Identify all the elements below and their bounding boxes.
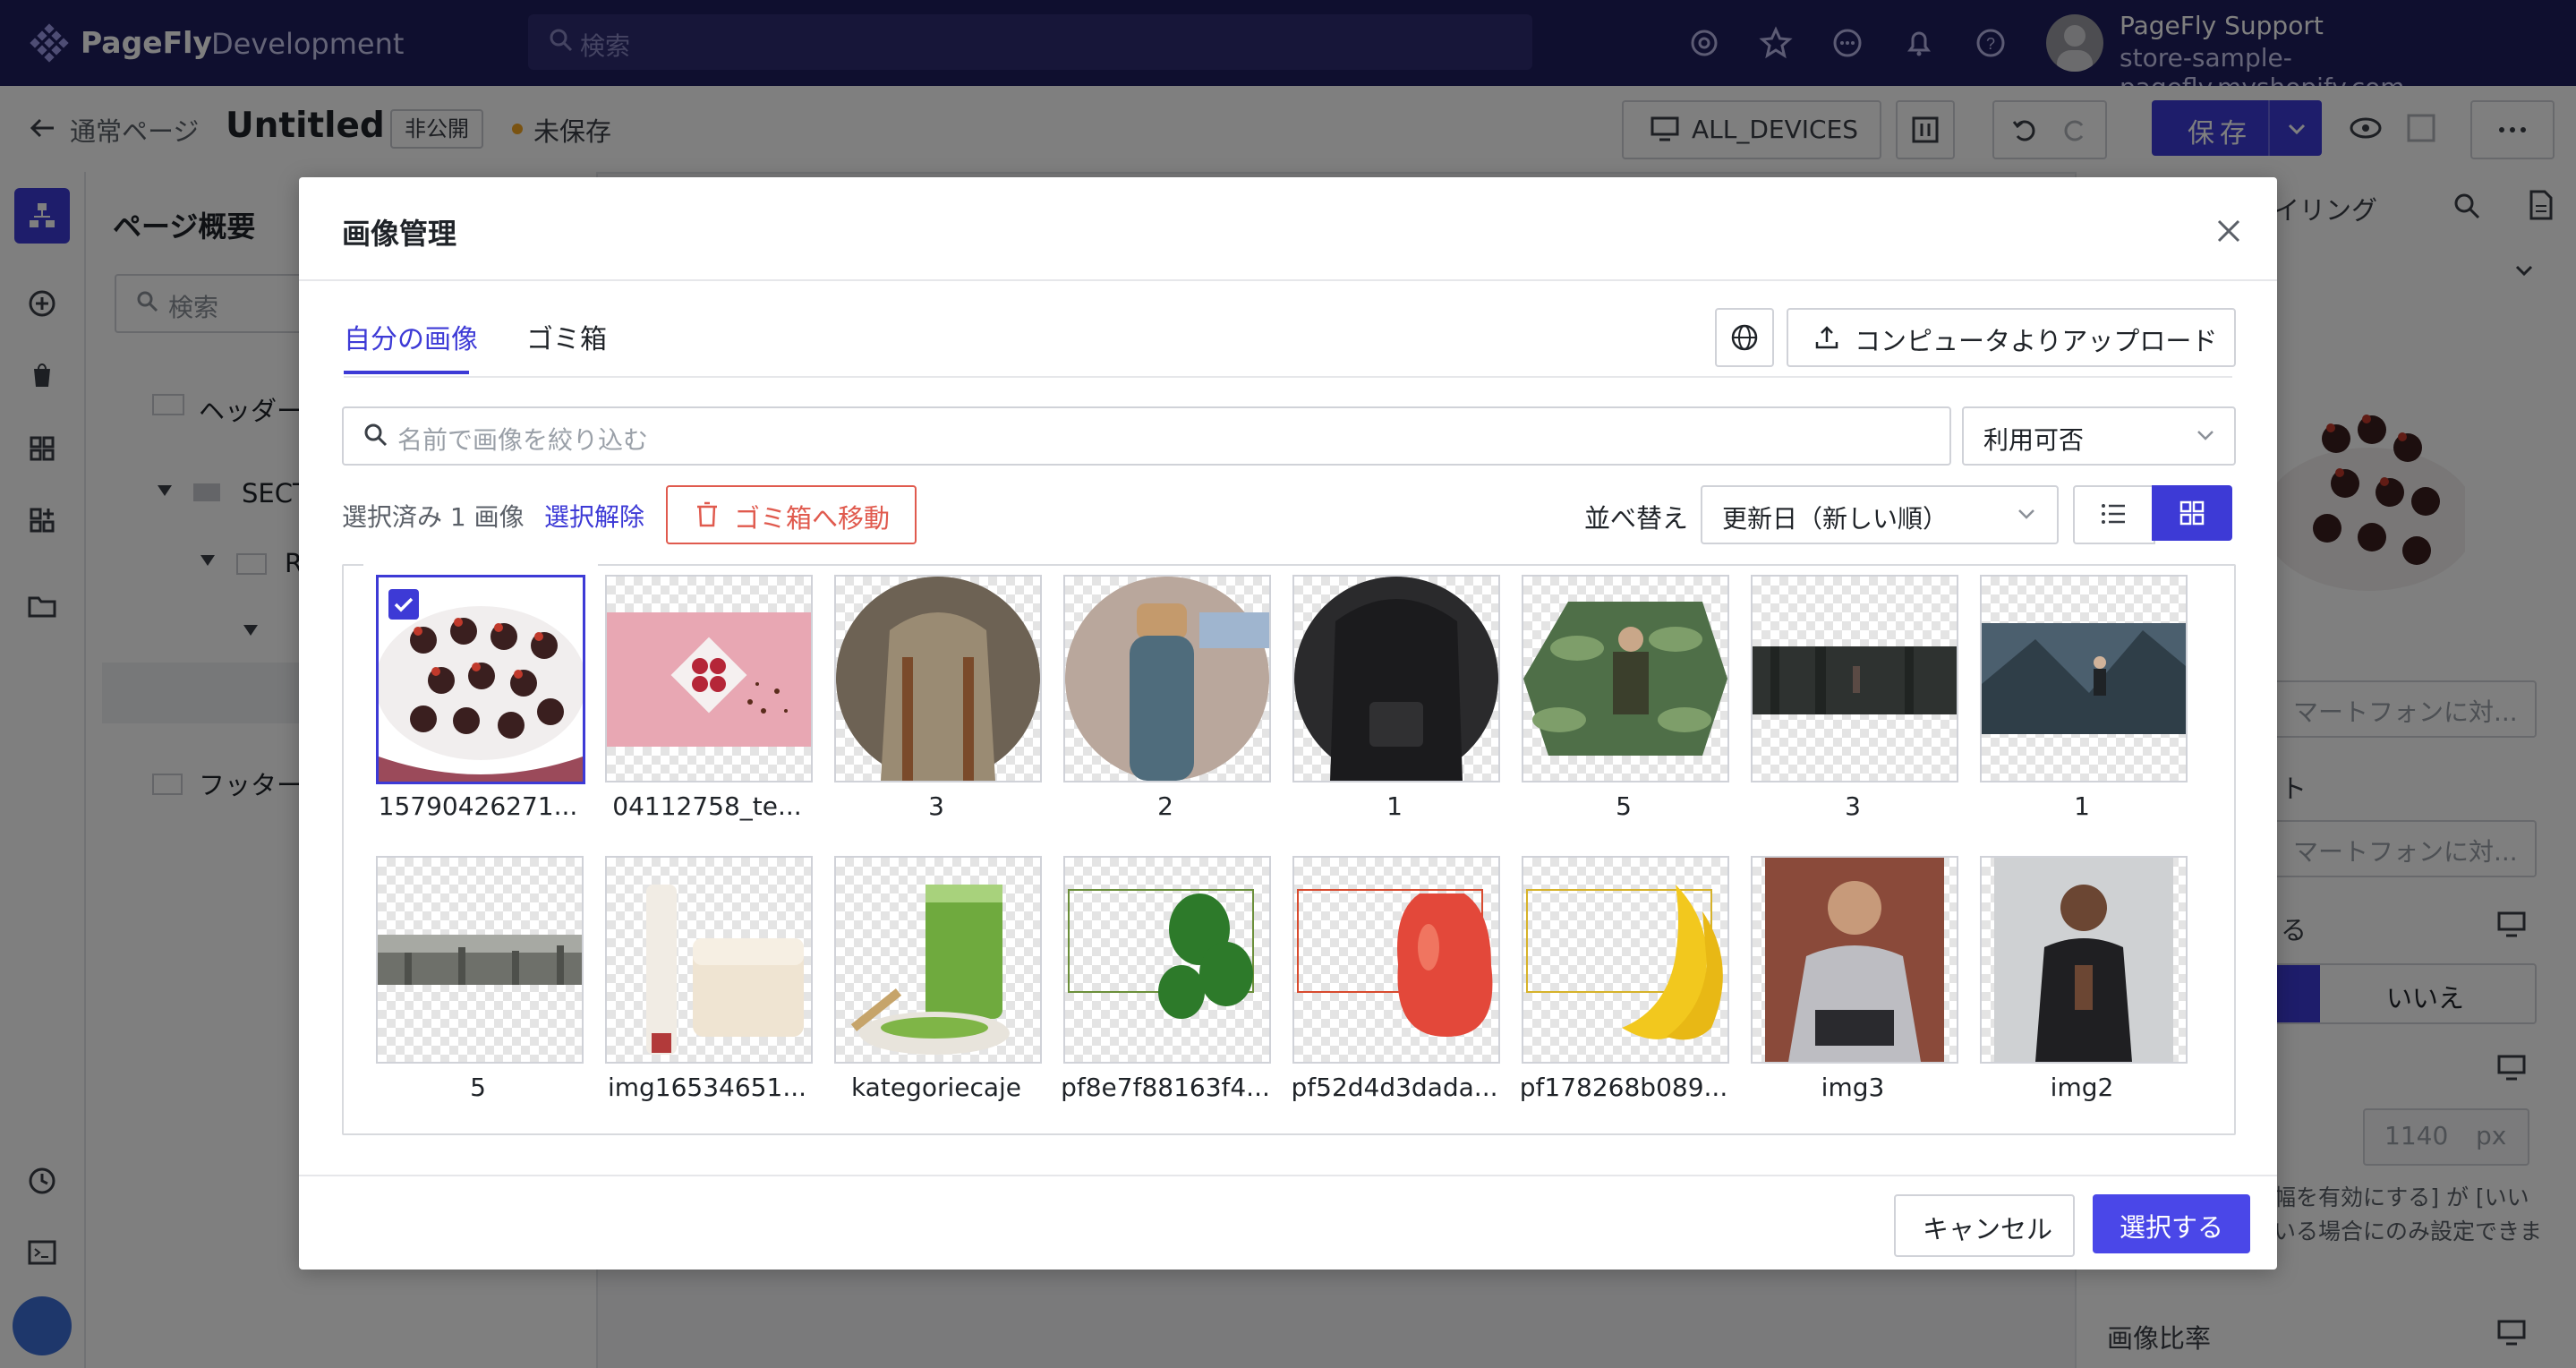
image-thumb-9[interactable] [376,856,584,1064]
image-caption-14: pf178268b089... [1519,1073,1728,1102]
search-icon [364,423,388,447]
heart-box-image [607,612,811,747]
image-thumb-6[interactable] [1522,575,1729,782]
cancel-button[interactable]: キャンセル [1894,1194,2075,1257]
availability-select[interactable]: 利用可否 [1962,406,2236,466]
list-view-button[interactable] [2073,485,2155,544]
modal-title: 画像管理 [342,217,457,251]
upload-icon [1815,326,1838,349]
image-thumb-5[interactable] [1292,575,1500,782]
select-button[interactable]: 選択する [2093,1194,2250,1253]
image-caption-5: 1 [1386,791,1403,821]
upload-label: コンピュータよりアップロード [1855,326,2218,356]
image-thumb-10[interactable] [605,856,813,1064]
tabs-divider [344,376,2232,378]
yoga-woman-image [1994,858,2173,1062]
image-caption-3: 3 [928,791,944,821]
image-caption-6: 5 [1616,791,1632,821]
image-thumb-14[interactable] [1522,856,1729,1064]
image-caption-4: 2 [1157,791,1173,821]
cosmetics-image [646,885,804,1055]
bottle-image [1065,577,1269,781]
image-thumb-8[interactable] [1980,575,2188,782]
trash-icon [697,501,717,527]
move-to-trash-button[interactable]: ゴミ箱へ移動 [666,485,917,544]
image-caption-8: 1 [2074,791,2090,821]
modal-divider [299,279,2277,281]
misty-forest-image [378,935,582,985]
tab-trash[interactable]: ゴミ箱 [526,317,607,356]
banana-image [1526,885,1723,1040]
image-thumb-11[interactable] [834,856,1042,1064]
image-thumb-2[interactable] [605,575,813,782]
trash-label: ゴミ箱へ移動 [734,503,891,534]
hiker-mountain-image [1982,623,2186,734]
image-thumb-4[interactable] [1063,575,1271,782]
image-thumb-13[interactable] [1292,856,1500,1064]
grid-view-button[interactable] [2152,485,2232,541]
image-thumb-7[interactable] [1751,575,1958,782]
cancel-label: キャンセル [1923,1214,2053,1244]
image-caption-1: 15790426271... [378,791,578,821]
filter-placeholder: 名前で画像を絞り込む [397,425,649,455]
sort-label: 並べ替え [1584,503,1689,534]
image-caption-11: kategoriecaje [850,1073,1022,1102]
deselect-link[interactable]: 選択解除 [544,498,644,534]
image-caption-7: 3 [1845,791,1861,821]
grid-icon [2179,500,2205,526]
hiker-forest-hexagon-image [1523,602,1727,756]
image-caption-10: img16534651... [607,1073,807,1102]
globe-icon [1731,324,1758,351]
selected-count: 選択済み 1 画像 [342,502,525,532]
modal-footer-divider [299,1175,2277,1176]
image-thumb-15[interactable] [1751,856,1958,1064]
active-tab-indicator [344,371,469,374]
image-caption-16: img2 [2050,1073,2114,1102]
sort-value: 更新日（新しい順） [1722,504,1949,534]
list-icon [2102,504,2125,524]
image-filter-input[interactable]: 名前で画像を絞り込む [342,406,1951,466]
chevron-down-icon [2197,431,2213,440]
image-caption-13: pf52d4d3dada... [1291,1073,1498,1102]
athlete-woman-image [1765,858,1944,1062]
black-backpack-image [1294,577,1498,781]
image-caption-9: 5 [470,1073,486,1102]
close-icon[interactable] [2211,213,2247,249]
check-icon [394,597,414,612]
image-caption-2: 04112758_te... [612,791,802,821]
image-thumb-3[interactable] [834,575,1042,782]
backpack-brown-image [836,577,1040,781]
url-import-button[interactable] [1715,308,1774,367]
matcha-image [850,885,1010,1055]
chevron-down-icon [2018,509,2034,519]
rose-apple-image [1297,889,1493,1037]
image-caption-12: pf8e7f88163f4... [1061,1073,1270,1102]
image-thumb-12[interactable] [1063,856,1271,1064]
image-thumb-16[interactable] [1980,856,2188,1064]
image-checkbox-checked[interactable] [388,589,419,620]
tab-my-images[interactable]: 自分の画像 [344,317,478,356]
upload-from-computer-button[interactable]: コンピュータよりアップロード [1787,308,2236,367]
image-caption-15: img3 [1821,1073,1885,1102]
select-label: 選択する [2120,1212,2224,1243]
spinach-image [1068,889,1254,1019]
availability-value: 利用可否 [1983,425,2085,455]
sort-select[interactable]: 更新日（新しい順） [1701,485,2059,544]
dark-forest-image [1753,646,1957,714]
